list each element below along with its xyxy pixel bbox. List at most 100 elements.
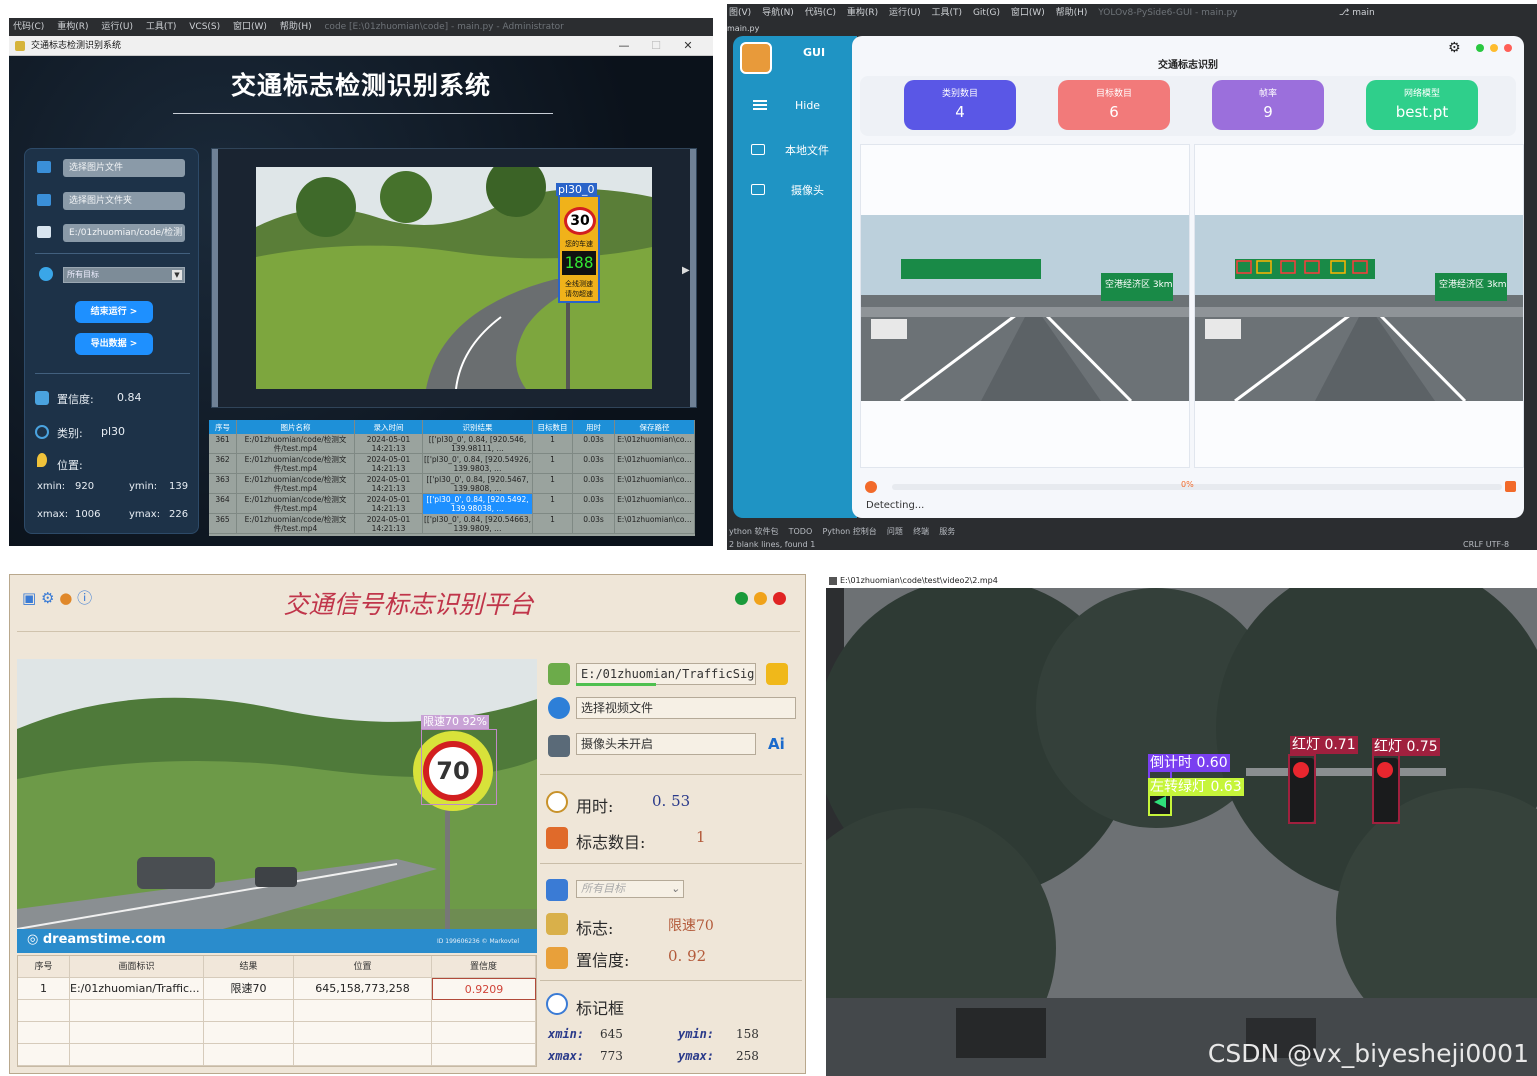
progress-bar[interactable] (892, 484, 1502, 490)
tool-services[interactable]: 服务 (939, 527, 955, 536)
sidebar-item-local-file[interactable]: 本地文件 (785, 142, 829, 158)
minimize-icon[interactable]: — (609, 36, 639, 56)
table-row[interactable] (18, 1022, 536, 1044)
gear-icon[interactable]: ⚙ (1448, 40, 1461, 56)
tool-terminal[interactable]: 终端 (913, 527, 929, 536)
sidebar-item-camera[interactable]: 摄像头 (791, 182, 824, 198)
app-icon (15, 41, 25, 51)
table-row[interactable]: 365 E:/01zhuomian/code/检测文件/test.mp4 2024-… (209, 514, 695, 534)
menu-view[interactable]: 图(V) (729, 8, 751, 18)
tool-problems[interactable]: 问题 (887, 527, 903, 536)
xmax-value: 773 (600, 1049, 623, 1063)
select-folder-row[interactable]: 选择图片文件夹 (35, 192, 195, 210)
target-select[interactable]: 所有目标 ⌄ (576, 880, 684, 898)
table-header-cell[interactable]: 位置 (294, 956, 432, 978)
xmax-label: xmax: (548, 1049, 585, 1063)
table-row[interactable]: 364 E:/01zhuomian/code/检测文件/test.mp4 2024-… (209, 494, 695, 514)
menu-window[interactable]: 窗口(W) (233, 22, 267, 32)
stop-icon[interactable] (1505, 481, 1516, 492)
table-header-cell[interactable]: 保存路径 (615, 420, 695, 434)
menu-code[interactable]: 代码(C) (805, 8, 836, 18)
close-dot[interactable] (1504, 44, 1512, 52)
table-header-cell[interactable]: 置信度 (432, 956, 536, 978)
table-header: 序号 画面标识 结果 位置 置信度 (18, 956, 536, 978)
branch-selector[interactable]: ⎇ main (1339, 4, 1383, 22)
original-image-box: 空港经济区 3km (860, 144, 1190, 468)
menu-window[interactable]: 窗口(W) (1011, 8, 1045, 18)
tool-python-console[interactable]: Python 控制台 (822, 527, 876, 536)
table-header-cell[interactable]: 识别结果 (423, 420, 533, 434)
table-row[interactable]: 1 E:/01zhuomian/Traffic... 限速70 645,158,773… (18, 978, 536, 1000)
minimize-dot[interactable] (1490, 44, 1498, 52)
file-path-field[interactable]: E:/01zhuomian/TrafficSignRe (576, 663, 756, 685)
select-folder-button[interactable]: 选择图片文件夹 (63, 192, 185, 210)
table-row[interactable]: 361 E:/01zhuomian/code/检测文件/test.mp4 2024-… (209, 434, 695, 454)
play-icon[interactable] (865, 481, 877, 493)
select-video-button[interactable]: 选择视频文件 (576, 697, 796, 719)
table-header-cell[interactable]: 序号 (209, 420, 237, 434)
menu-refactor[interactable]: 重构(R) (57, 22, 88, 32)
table-row[interactable]: 362 E:/01zhuomian/code/检测文件/test.mp4 2024-… (209, 454, 695, 474)
table-header-cell[interactable]: 画面标识 (70, 956, 204, 978)
path-field[interactable]: E:/01zhuomian/code/检测 (63, 224, 185, 242)
red-light-box-2 (1372, 754, 1400, 824)
table-header-cell[interactable]: 序号 (18, 956, 70, 978)
table-header-cell[interactable]: 图片名称 (237, 420, 355, 434)
camera-icon (751, 184, 765, 195)
menu-vcs[interactable]: VCS(S) (189, 22, 220, 32)
tool-packages[interactable]: ython 软件包 (729, 527, 778, 536)
table-cell: 645,158,773,258 (294, 978, 432, 1000)
time-label: 用时: (576, 797, 614, 816)
menu-tools[interactable]: 工具(T) (146, 22, 177, 32)
maximize-dot[interactable] (735, 592, 748, 605)
menu-run[interactable]: 运行(U) (889, 8, 921, 18)
sidebar-item-hide[interactable]: Hide (795, 99, 820, 112)
divider (540, 863, 802, 864)
folder-icon[interactable] (766, 663, 788, 685)
video-window: E:\01zhuomian\code\test\video2\2.mp4 倒计时 (826, 574, 1537, 1076)
table-header-cell[interactable]: 目标数目 (533, 420, 573, 434)
table-row[interactable] (18, 1000, 536, 1022)
menu-help[interactable]: 帮助(H) (1056, 8, 1088, 18)
close-icon[interactable]: ✕ (673, 36, 703, 56)
menu-run[interactable]: 运行(U) (101, 22, 133, 32)
title-divider (17, 631, 800, 632)
select-image-button[interactable]: 选择图片文件 (63, 159, 185, 177)
menu-refactor[interactable]: 重构(R) (847, 8, 878, 18)
menu-code[interactable]: 代码(C) (13, 22, 44, 32)
camera-status-field[interactable]: 摄像头未开启 (576, 733, 756, 755)
table-cell: 1 (533, 434, 573, 454)
maximize-dot[interactable] (1476, 44, 1484, 52)
encoding[interactable]: CRLF UTF-8 (1463, 540, 1509, 549)
traffic-sign-detection-app: 代码(C) 重构(R) 运行(U) 工具(T) VCS(S) 窗口(W) 帮助(… (9, 18, 713, 546)
table-header-cell[interactable]: 用时 (573, 420, 615, 434)
bar-chart-icon (546, 947, 568, 969)
menu-git[interactable]: Git(G) (973, 8, 1000, 18)
play-icon[interactable] (548, 697, 570, 719)
detection-box (421, 729, 497, 805)
xmin-label: xmin: (548, 1027, 585, 1041)
next-arrow-icon[interactable]: ▶ (682, 265, 690, 276)
target-select[interactable]: 所有目标 ▼ (63, 267, 185, 283)
maximize-icon[interactable]: ☐ (641, 36, 671, 56)
tool-todo[interactable]: TODO (789, 527, 813, 536)
ai-icon[interactable]: Ai (768, 735, 785, 753)
table-row[interactable]: 363 E:/01zhuomian/code/检测文件/test.mp4 2024-… (209, 474, 695, 494)
ide-menu-bar: 图(V) 导航(N) 代码(C) 重构(R) 运行(U) 工具(T) Git(G… (727, 4, 1537, 22)
traffic-signal-platform: ▣ ⚙ ● ⓘ 交通信号标志识别平台 70 限速70 92% ◎ dreamst… (9, 574, 806, 1074)
menu-help[interactable]: 帮助(H) (280, 22, 312, 32)
menu-tools[interactable]: 工具(T) (932, 8, 963, 18)
select-image-row[interactable]: 选择图片文件 (35, 159, 195, 177)
stop-button[interactable]: 结束运行 > (75, 301, 153, 323)
path-row: E:/01zhuomian/code/检测 (35, 224, 195, 242)
xmax-label: xmax: (37, 509, 69, 520)
table-header-cell[interactable]: 录入时间 (355, 420, 423, 434)
bbox-label: 标记框 (576, 999, 625, 1018)
table-header-cell[interactable]: 结果 (204, 956, 294, 978)
results-table: 序号 画面标识 结果 位置 置信度 1 E:/01zhuomian/Traffic... 限速… (17, 955, 537, 1067)
menu-navigate[interactable]: 导航(N) (762, 8, 794, 18)
export-button[interactable]: 导出数据 > (75, 333, 153, 355)
table-row[interactable] (18, 1044, 536, 1066)
close-dot[interactable] (773, 592, 786, 605)
minimize-dot[interactable] (754, 592, 767, 605)
